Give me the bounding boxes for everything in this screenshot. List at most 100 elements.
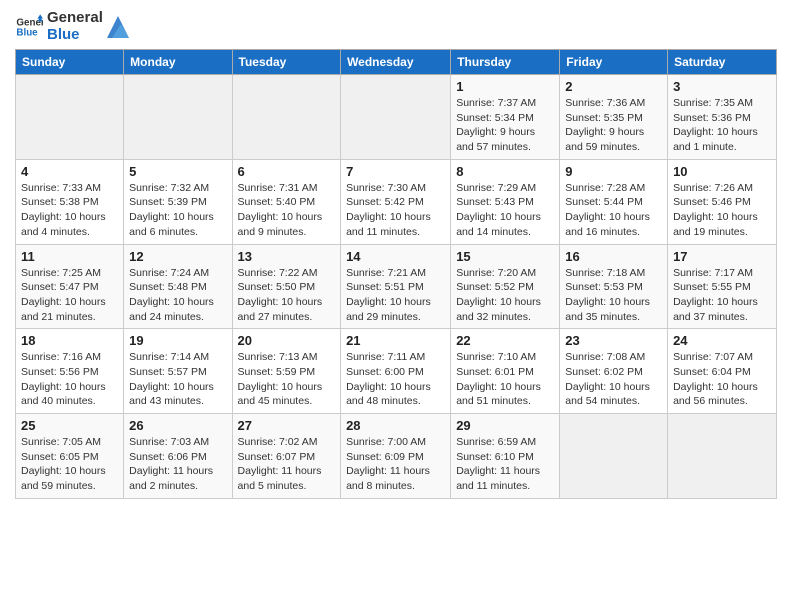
- day-number: 25: [21, 418, 118, 433]
- day-info: Sunrise: 7:35 AM Sunset: 5:36 PM Dayligh…: [673, 96, 771, 155]
- day-info: Sunrise: 7:37 AM Sunset: 5:34 PM Dayligh…: [456, 96, 554, 155]
- day-info: Sunrise: 7:18 AM Sunset: 5:53 PM Dayligh…: [565, 266, 662, 325]
- calendar-cell: [124, 75, 232, 160]
- calendar-cell: 2 Sunrise: 7:36 AM Sunset: 5:35 PM Daylig…: [560, 75, 668, 160]
- day-number: 27: [238, 418, 336, 433]
- calendar-cell: 7 Sunrise: 7:30 AM Sunset: 5:42 PM Daylig…: [341, 159, 451, 244]
- column-header-thursday: Thursday: [451, 50, 560, 75]
- day-info: Sunrise: 7:20 AM Sunset: 5:52 PM Dayligh…: [456, 266, 554, 325]
- day-number: 11: [21, 249, 118, 264]
- day-info: Sunrise: 7:32 AM Sunset: 5:39 PM Dayligh…: [129, 181, 226, 240]
- column-header-wednesday: Wednesday: [341, 50, 451, 75]
- day-number: 26: [129, 418, 226, 433]
- day-number: 7: [346, 164, 445, 179]
- calendar-week-3: 11 Sunrise: 7:25 AM Sunset: 5:47 PM Dayli…: [16, 244, 777, 329]
- calendar-cell: 27 Sunrise: 7:02 AM Sunset: 6:07 PM Dayli…: [232, 414, 341, 499]
- day-number: 14: [346, 249, 445, 264]
- calendar-week-4: 18 Sunrise: 7:16 AM Sunset: 5:56 PM Dayli…: [16, 329, 777, 414]
- calendar-cell: 20 Sunrise: 7:13 AM Sunset: 5:59 PM Dayli…: [232, 329, 341, 414]
- calendar-cell: [16, 75, 124, 160]
- day-number: 22: [456, 333, 554, 348]
- calendar-cell: 11 Sunrise: 7:25 AM Sunset: 5:47 PM Dayli…: [16, 244, 124, 329]
- day-info: Sunrise: 7:11 AM Sunset: 6:00 PM Dayligh…: [346, 350, 445, 409]
- calendar-cell: 9 Sunrise: 7:28 AM Sunset: 5:44 PM Daylig…: [560, 159, 668, 244]
- calendar-cell: 26 Sunrise: 7:03 AM Sunset: 6:06 PM Dayli…: [124, 414, 232, 499]
- calendar-cell: 22Sunrise: 7:10 AM Sunset: 6:01 PM Dayli…: [451, 329, 560, 414]
- calendar-cell: 1 Sunrise: 7:37 AM Sunset: 5:34 PM Daylig…: [451, 75, 560, 160]
- calendar-cell: 4Sunrise: 7:33 AM Sunset: 5:38 PM Daylig…: [16, 159, 124, 244]
- day-number: 19: [129, 333, 226, 348]
- day-info: Sunrise: 7:22 AM Sunset: 5:50 PM Dayligh…: [238, 266, 336, 325]
- day-info: Sunrise: 6:59 AM Sunset: 6:10 PM Dayligh…: [456, 435, 554, 494]
- calendar-cell: [668, 414, 777, 499]
- calendar-cell: [341, 75, 451, 160]
- day-info: Sunrise: 7:16 AM Sunset: 5:56 PM Dayligh…: [21, 350, 118, 409]
- day-number: 12: [129, 249, 226, 264]
- calendar-cell: 6 Sunrise: 7:31 AM Sunset: 5:40 PM Daylig…: [232, 159, 341, 244]
- day-info: Sunrise: 7:17 AM Sunset: 5:55 PM Dayligh…: [673, 266, 771, 325]
- day-number: 15: [456, 249, 554, 264]
- calendar-cell: 29 Sunrise: 6:59 AM Sunset: 6:10 PM Dayli…: [451, 414, 560, 499]
- day-number: 5: [129, 164, 226, 179]
- day-number: 24: [673, 333, 771, 348]
- calendar-cell: [560, 414, 668, 499]
- logo-icon: General Blue: [15, 13, 43, 41]
- calendar-cell: 28Sunrise: 7:00 AM Sunset: 6:09 PM Dayli…: [341, 414, 451, 499]
- day-number: 10: [673, 164, 771, 179]
- calendar-cell: 3Sunrise: 7:35 AM Sunset: 5:36 PM Daylig…: [668, 75, 777, 160]
- column-header-saturday: Saturday: [668, 50, 777, 75]
- day-info: Sunrise: 7:31 AM Sunset: 5:40 PM Dayligh…: [238, 181, 336, 240]
- calendar-cell: 13 Sunrise: 7:22 AM Sunset: 5:50 PM Dayli…: [232, 244, 341, 329]
- logo-triangle: [107, 16, 129, 38]
- day-info: Sunrise: 7:30 AM Sunset: 5:42 PM Dayligh…: [346, 181, 445, 240]
- calendar-header-row: SundayMondayTuesdayWednesdayThursdayFrid…: [16, 50, 777, 75]
- day-number: 13: [238, 249, 336, 264]
- day-info: Sunrise: 7:13 AM Sunset: 5:59 PM Dayligh…: [238, 350, 336, 409]
- day-info: Sunrise: 7:24 AM Sunset: 5:48 PM Dayligh…: [129, 266, 226, 325]
- column-header-tuesday: Tuesday: [232, 50, 341, 75]
- calendar-cell: 16 Sunrise: 7:18 AM Sunset: 5:53 PM Dayli…: [560, 244, 668, 329]
- day-number: 17: [673, 249, 771, 264]
- day-number: 21: [346, 333, 445, 348]
- calendar-cell: 19 Sunrise: 7:14 AM Sunset: 5:57 PM Dayli…: [124, 329, 232, 414]
- day-number: 8: [456, 164, 554, 179]
- day-info: Sunrise: 7:07 AM Sunset: 6:04 PM Dayligh…: [673, 350, 771, 409]
- calendar-cell: 24 Sunrise: 7:07 AM Sunset: 6:04 PM Dayli…: [668, 329, 777, 414]
- calendar-cell: 5 Sunrise: 7:32 AM Sunset: 5:39 PM Daylig…: [124, 159, 232, 244]
- calendar-table: SundayMondayTuesdayWednesdayThursdayFrid…: [15, 49, 777, 499]
- day-number: 20: [238, 333, 336, 348]
- day-number: 6: [238, 164, 336, 179]
- day-info: Sunrise: 7:03 AM Sunset: 6:06 PM Dayligh…: [129, 435, 226, 494]
- calendar-cell: 8 Sunrise: 7:29 AM Sunset: 5:43 PM Daylig…: [451, 159, 560, 244]
- day-info: Sunrise: 7:05 AM Sunset: 6:05 PM Dayligh…: [21, 435, 118, 494]
- calendar-cell: 18 Sunrise: 7:16 AM Sunset: 5:56 PM Dayli…: [16, 329, 124, 414]
- calendar-week-1: 1 Sunrise: 7:37 AM Sunset: 5:34 PM Daylig…: [16, 75, 777, 160]
- day-number: 16: [565, 249, 662, 264]
- column-header-monday: Monday: [124, 50, 232, 75]
- day-number: 18: [21, 333, 118, 348]
- calendar-cell: 23Sunrise: 7:08 AM Sunset: 6:02 PM Dayli…: [560, 329, 668, 414]
- calendar-cell: 25 Sunrise: 7:05 AM Sunset: 6:05 PM Dayli…: [16, 414, 124, 499]
- calendar-cell: 12 Sunrise: 7:24 AM Sunset: 5:48 PM Dayli…: [124, 244, 232, 329]
- logo: General Blue General Blue: [15, 10, 129, 43]
- day-number: 28: [346, 418, 445, 433]
- day-info: Sunrise: 7:26 AM Sunset: 5:46 PM Dayligh…: [673, 181, 771, 240]
- day-info: Sunrise: 7:25 AM Sunset: 5:47 PM Dayligh…: [21, 266, 118, 325]
- calendar-cell: 15 Sunrise: 7:20 AM Sunset: 5:52 PM Dayli…: [451, 244, 560, 329]
- day-info: Sunrise: 7:21 AM Sunset: 5:51 PM Dayligh…: [346, 266, 445, 325]
- calendar-cell: 14 Sunrise: 7:21 AM Sunset: 5:51 PM Dayli…: [341, 244, 451, 329]
- day-number: 2: [565, 79, 662, 94]
- day-info: Sunrise: 7:29 AM Sunset: 5:43 PM Dayligh…: [456, 181, 554, 240]
- calendar-cell: [232, 75, 341, 160]
- day-info: Sunrise: 7:14 AM Sunset: 5:57 PM Dayligh…: [129, 350, 226, 409]
- day-info: Sunrise: 7:28 AM Sunset: 5:44 PM Dayligh…: [565, 181, 662, 240]
- day-number: 1: [456, 79, 554, 94]
- day-info: Sunrise: 7:36 AM Sunset: 5:35 PM Dayligh…: [565, 96, 662, 155]
- day-number: 9: [565, 164, 662, 179]
- calendar-cell: 10 Sunrise: 7:26 AM Sunset: 5:46 PM Dayli…: [668, 159, 777, 244]
- day-info: Sunrise: 7:08 AM Sunset: 6:02 PM Dayligh…: [565, 350, 662, 409]
- day-info: Sunrise: 7:02 AM Sunset: 6:07 PM Dayligh…: [238, 435, 336, 494]
- day-number: 29: [456, 418, 554, 433]
- header: General Blue General Blue: [15, 10, 777, 43]
- calendar-week-2: 4Sunrise: 7:33 AM Sunset: 5:38 PM Daylig…: [16, 159, 777, 244]
